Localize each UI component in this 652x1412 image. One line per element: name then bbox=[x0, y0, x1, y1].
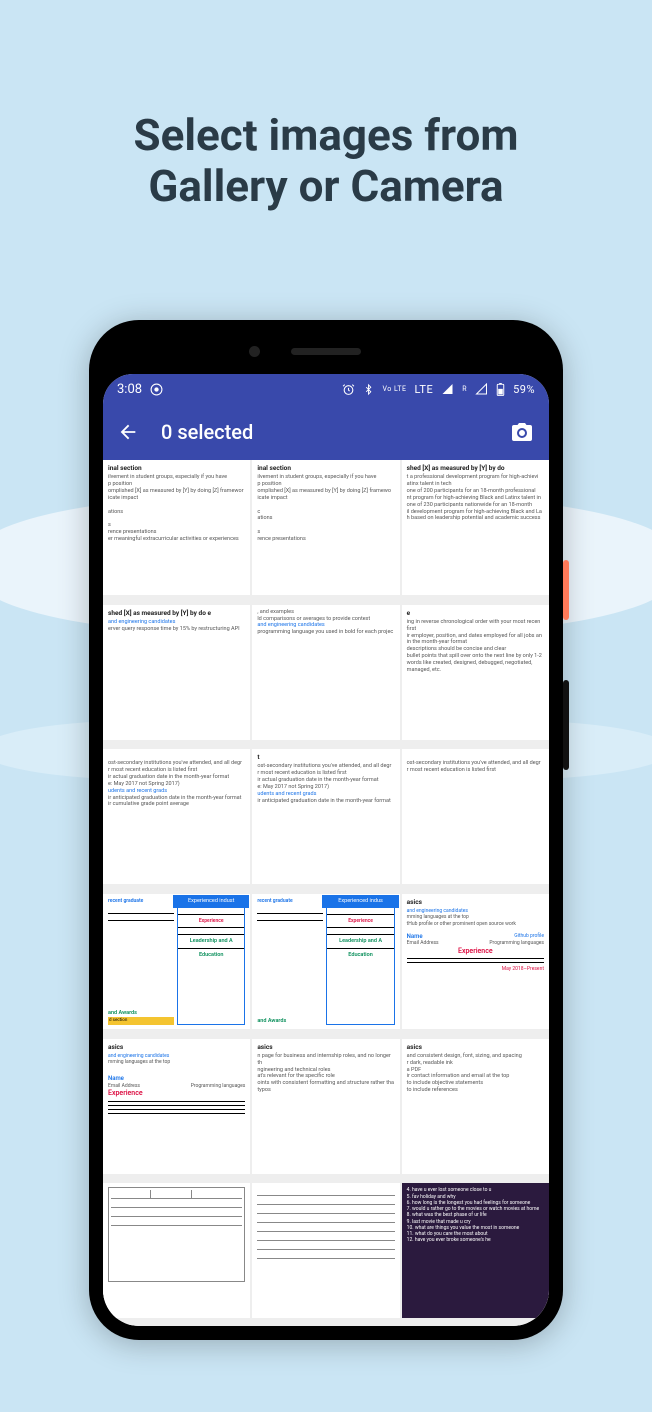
gallery-thumb[interactable]: 4. have u ever lost someone close to u 5… bbox=[402, 1183, 549, 1318]
gallery-thumb[interactable]: inal section ilvement in student groups,… bbox=[252, 460, 399, 595]
battery-percent: 59% bbox=[513, 383, 535, 396]
signal-icon-1 bbox=[441, 383, 454, 395]
appbar-title: 0 selected bbox=[161, 420, 487, 444]
gallery-thumb[interactable]: ost-secondary institutions you've attend… bbox=[402, 749, 549, 884]
gallery-thumb[interactable]: recent graduate and Awards d section Exp… bbox=[103, 894, 250, 1029]
back-arrow-icon[interactable] bbox=[117, 421, 139, 443]
gallery-thumb[interactable] bbox=[103, 1183, 250, 1318]
gallery-thumb[interactable]: e ing in reverse chronological order wit… bbox=[402, 605, 549, 740]
gallery-grid: inal section ilvement in student groups,… bbox=[103, 460, 549, 1326]
gallery-thumb[interactable] bbox=[252, 1183, 399, 1318]
volte-indicator: Vo LTE bbox=[382, 386, 406, 393]
alarm-icon bbox=[342, 383, 355, 396]
roaming-indicator: R bbox=[462, 385, 467, 393]
gallery-thumb[interactable]: recent graduate and Awards Experienced i… bbox=[252, 894, 399, 1029]
signal-icon-2 bbox=[475, 383, 488, 395]
headline-line1: Select images from bbox=[134, 109, 519, 161]
app-bar: 0 selected bbox=[103, 404, 549, 460]
gallery-thumb[interactable]: ost-secondary institutions you've attend… bbox=[103, 749, 250, 884]
lte-indicator: LTE bbox=[414, 383, 433, 396]
status-time: 3:08 bbox=[117, 382, 142, 397]
gallery-thumb[interactable]: t ost-secondary institutions you've atte… bbox=[252, 749, 399, 884]
headline-line2: Gallery or Camera bbox=[148, 160, 503, 212]
page-headline: Select images from Gallery or Camera bbox=[0, 110, 652, 211]
bluetooth-icon bbox=[363, 383, 374, 396]
gallery-thumb[interactable]: asics and engineering candidates mming l… bbox=[402, 894, 549, 1029]
gallery-thumb[interactable]: shed [X] as measured by [Y] by do e and … bbox=[103, 605, 250, 740]
gallery-thumb[interactable]: inal section ilvement in student groups,… bbox=[103, 460, 250, 595]
phone-volume-button bbox=[563, 680, 569, 770]
gallery-thumb[interactable]: asics and consistent design, font, sizin… bbox=[402, 1039, 549, 1174]
gallery-thumb[interactable]: asics n page for business and internship… bbox=[252, 1039, 399, 1174]
phone-power-button bbox=[563, 560, 569, 620]
battery-icon bbox=[496, 383, 505, 396]
gallery-thumb[interactable]: shed [X] as measured by [Y] by do t a pr… bbox=[402, 460, 549, 595]
app-notification-icon bbox=[150, 383, 163, 396]
gallery-thumb[interactable]: asics and engineering candidates mming l… bbox=[103, 1039, 250, 1174]
gallery-thumb[interactable]: , and examples ld comparisons or average… bbox=[252, 605, 399, 740]
phone-screen: 3:08 Vo LTE LTE R bbox=[103, 374, 549, 1326]
camera-icon[interactable] bbox=[509, 420, 535, 444]
phone-frame: 3:08 Vo LTE LTE R bbox=[89, 320, 563, 1340]
status-bar: 3:08 Vo LTE LTE R bbox=[103, 374, 549, 404]
